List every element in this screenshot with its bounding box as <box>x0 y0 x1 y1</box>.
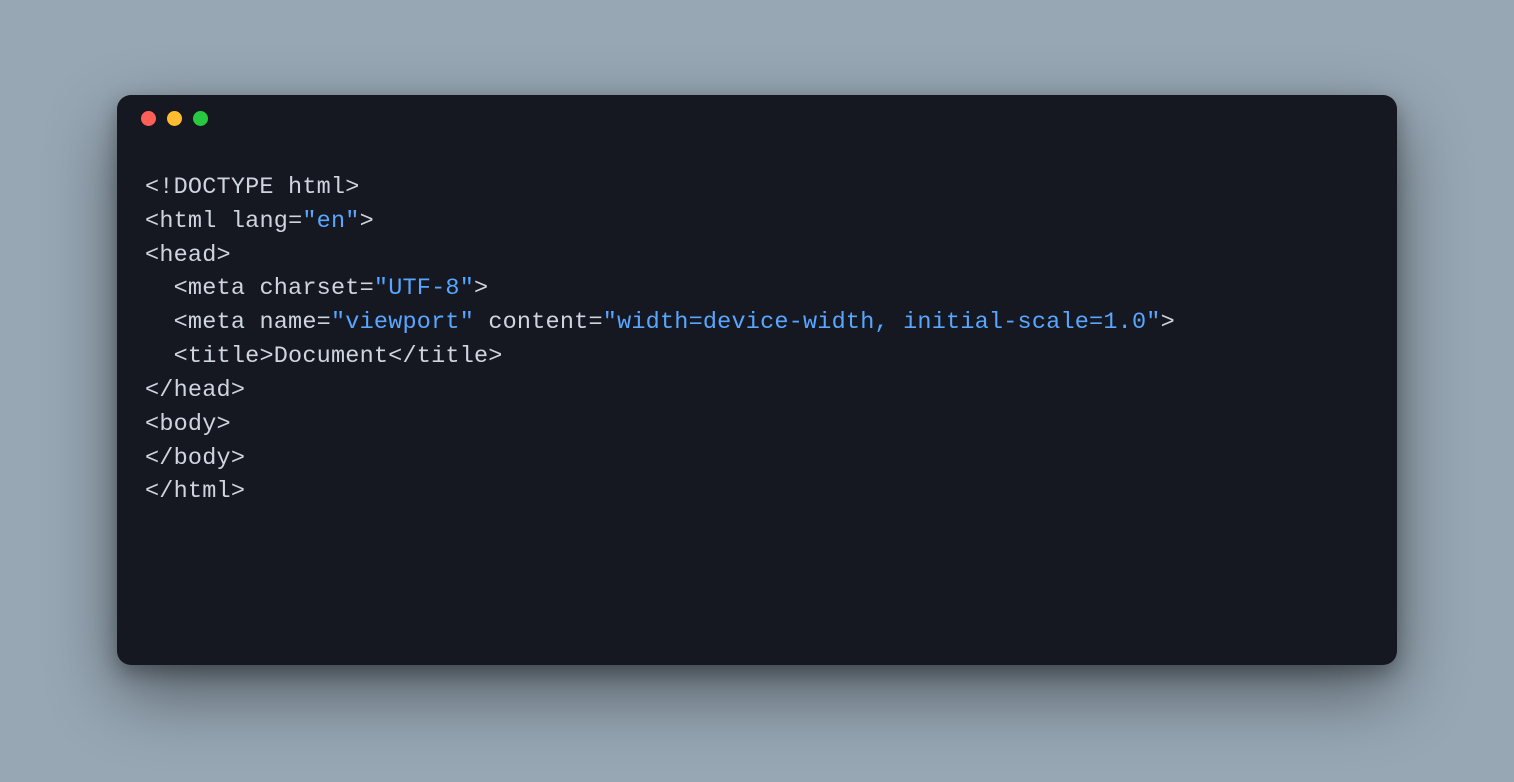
code-token: head <box>159 242 216 269</box>
code-line: <meta name="viewport" content="width=dev… <box>145 306 1369 340</box>
code-token: Document <box>274 343 388 370</box>
code-token: > <box>345 174 359 201</box>
code-token: > <box>1161 309 1175 336</box>
code-token: > <box>259 343 273 370</box>
minimize-icon[interactable] <box>167 111 182 126</box>
code-token: body <box>159 411 216 438</box>
code-token: < <box>145 208 159 235</box>
code-view: <!DOCTYPE html><html lang="en"><head> <m… <box>117 141 1397 529</box>
code-line: <html lang="en"> <box>145 205 1369 239</box>
code-token: head <box>174 377 231 404</box>
code-token <box>245 275 259 302</box>
window-titlebar <box>117 95 1397 141</box>
close-icon[interactable] <box>141 111 156 126</box>
code-line: <body> <box>145 408 1369 442</box>
code-token: > <box>231 445 245 472</box>
code-token: "UTF-8" <box>374 275 474 302</box>
code-token: charset <box>259 275 359 302</box>
code-token <box>217 208 231 235</box>
page-background: <!DOCTYPE html><html lang="en"><head> <m… <box>0 0 1514 782</box>
code-token: html <box>174 478 231 505</box>
code-token: > <box>360 208 374 235</box>
code-token: > <box>488 343 502 370</box>
code-token: meta <box>188 309 245 336</box>
code-token: meta <box>188 275 245 302</box>
code-line: </head> <box>145 374 1369 408</box>
code-token <box>245 309 259 336</box>
code-token: <! <box>145 174 174 201</box>
code-token: </ <box>388 343 417 370</box>
code-line: </html> <box>145 475 1369 509</box>
code-token: </ <box>145 478 174 505</box>
code-token: "width=device-width, initial-scale=1.0" <box>603 309 1161 336</box>
code-token: body <box>174 445 231 472</box>
code-token: > <box>217 242 231 269</box>
code-token: < <box>145 343 188 370</box>
code-token: </ <box>145 377 174 404</box>
code-line: <title>Document</title> <box>145 340 1369 374</box>
code-token: title <box>417 343 489 370</box>
code-token: > <box>231 377 245 404</box>
maximize-icon[interactable] <box>193 111 208 126</box>
code-token: "viewport" <box>331 309 474 336</box>
code-token: DOCTYPE html <box>174 174 346 201</box>
code-token: > <box>231 478 245 505</box>
code-token: < <box>145 242 159 269</box>
code-token: = <box>288 208 302 235</box>
code-token: name <box>259 309 316 336</box>
code-line: <meta charset="UTF-8"> <box>145 272 1369 306</box>
code-token <box>474 309 488 336</box>
code-token: html <box>159 208 216 235</box>
code-token: < <box>145 309 188 336</box>
code-token: < <box>145 275 188 302</box>
code-token: > <box>474 275 488 302</box>
code-token: = <box>588 309 602 336</box>
code-token: > <box>217 411 231 438</box>
code-token: </ <box>145 445 174 472</box>
code-token: content <box>488 309 588 336</box>
editor-window: <!DOCTYPE html><html lang="en"><head> <m… <box>117 95 1397 665</box>
code-line: <head> <box>145 239 1369 273</box>
code-token: = <box>360 275 374 302</box>
code-line: </body> <box>145 442 1369 476</box>
code-token: title <box>188 343 260 370</box>
code-token: "en" <box>302 208 359 235</box>
code-token: lang <box>231 208 288 235</box>
code-token: < <box>145 411 159 438</box>
code-line: <!DOCTYPE html> <box>145 171 1369 205</box>
code-token: = <box>317 309 331 336</box>
